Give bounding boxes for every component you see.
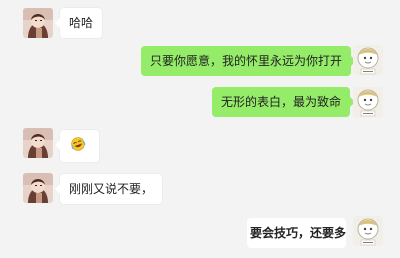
contact-avatar[interactable] <box>23 8 53 38</box>
girl-photo-icon <box>23 8 53 38</box>
contact-avatar[interactable] <box>23 128 53 158</box>
girl-photo-icon <box>23 173 53 203</box>
incoming-message-bubble[interactable]: 刚刚又说不要， <box>54 174 163 204</box>
cartoon-character-icon <box>353 87 383 117</box>
contact-avatar[interactable] <box>23 173 53 203</box>
my-avatar[interactable] <box>353 45 383 75</box>
message-row: 刚刚又说不要， <box>0 173 400 209</box>
message-row <box>0 128 400 164</box>
laughing-crying-emoji-icon <box>71 137 86 151</box>
incoming-message-bubble[interactable]: 哈哈 <box>54 8 103 38</box>
incoming-emoji-bubble[interactable] <box>55 130 99 162</box>
message-row: 要会技巧，还要多加 <box>0 215 400 251</box>
girl-photo-icon <box>23 128 53 158</box>
my-avatar[interactable] <box>353 87 383 117</box>
outgoing-message-bubble[interactable]: 要会技巧，还要多加 <box>247 218 346 248</box>
outgoing-message-bubble[interactable]: 无形的表白，最为致命 <box>212 87 356 117</box>
message-row: 无形的表白，最为致命 <box>0 87 400 123</box>
message-row: 哈哈 <box>0 5 400 41</box>
cartoon-character-icon <box>353 216 383 246</box>
cartoon-character-icon <box>353 45 383 75</box>
outgoing-message-bubble[interactable]: 只要你愿意，我的怀里永远为你打开 <box>141 46 357 76</box>
my-avatar[interactable] <box>353 216 383 246</box>
message-row: 只要你愿意，我的怀里永远为你打开 <box>0 45 400 81</box>
